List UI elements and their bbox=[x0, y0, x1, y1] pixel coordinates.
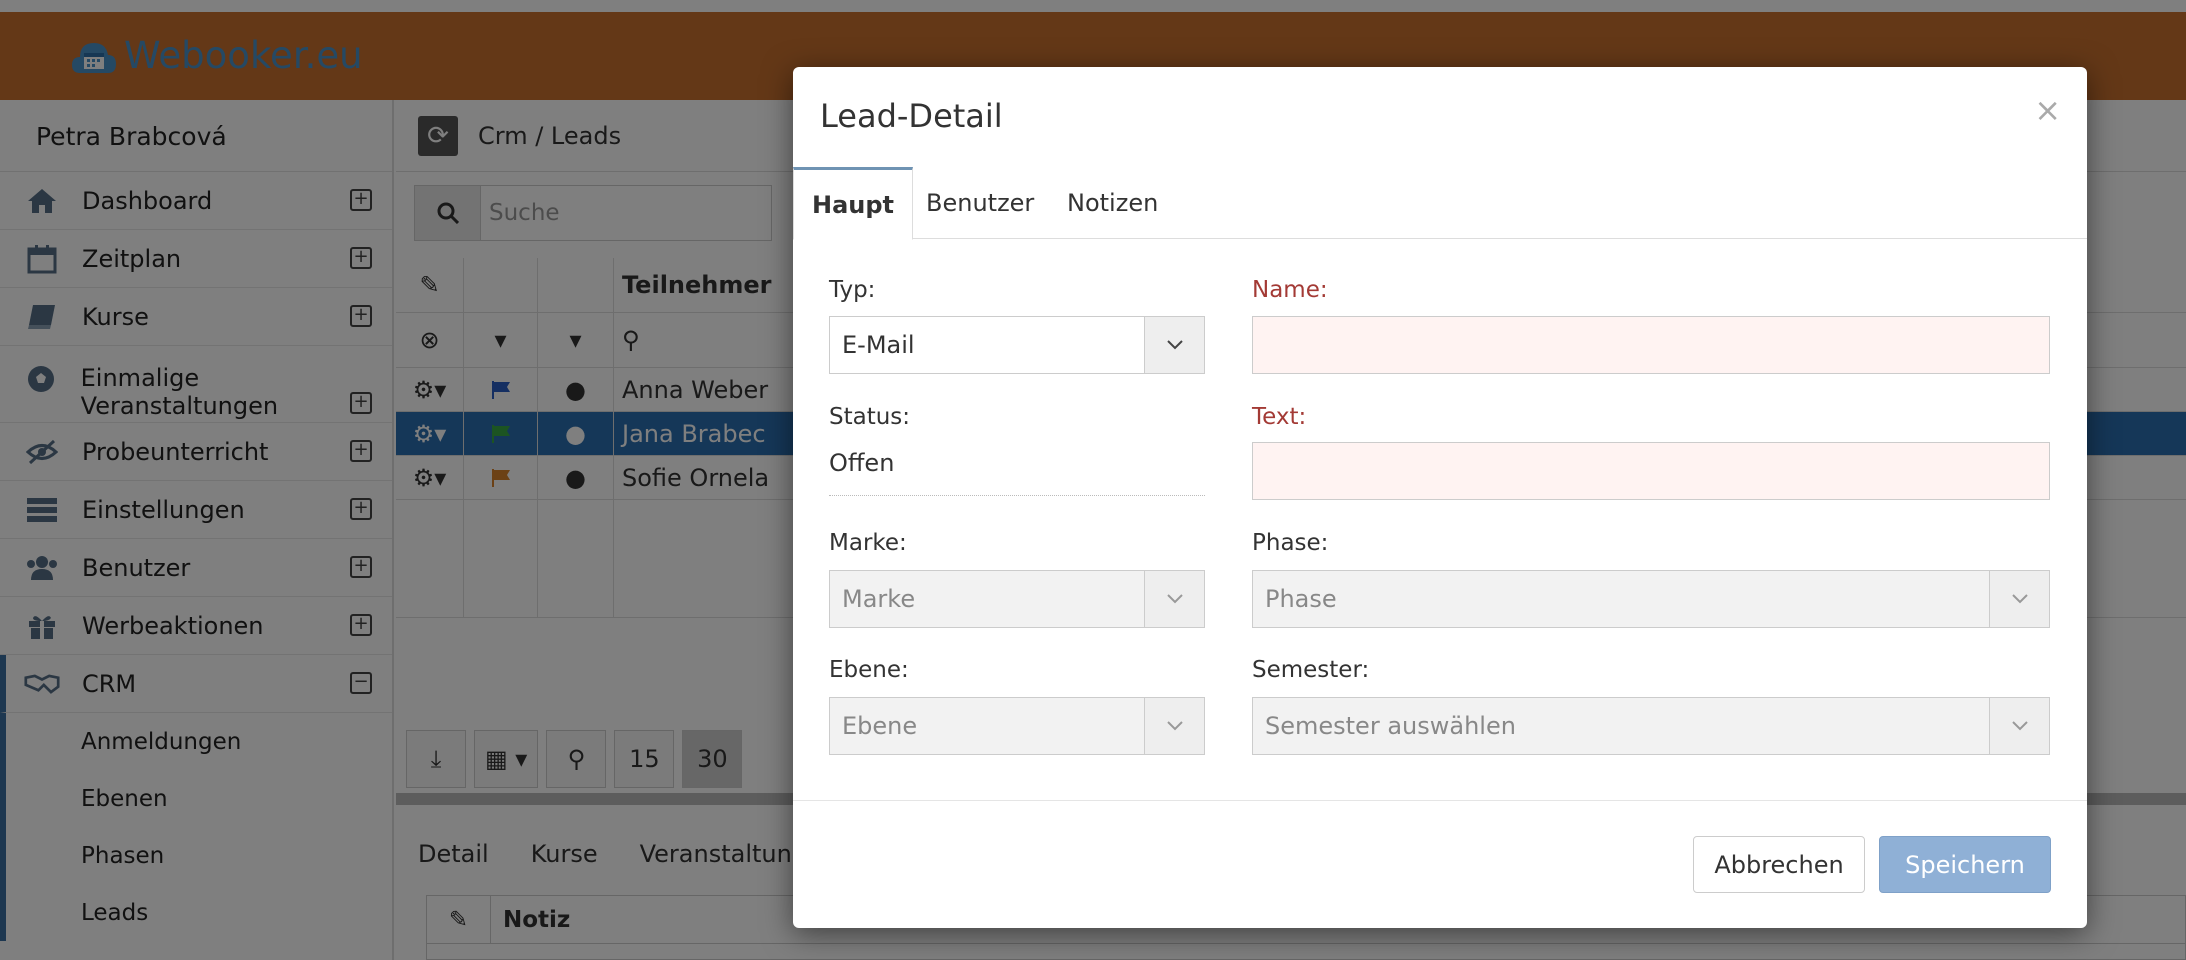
typ-select[interactable]: E-Mail bbox=[829, 316, 1205, 374]
semester-label: Semester: bbox=[1252, 657, 1370, 683]
chevron-down-icon[interactable] bbox=[1989, 571, 2049, 627]
semester-select[interactable]: Semester auswählen bbox=[1252, 697, 2050, 755]
text-field[interactable] bbox=[1252, 442, 2050, 500]
chevron-down-icon[interactable] bbox=[1989, 698, 2049, 754]
phase-select[interactable]: Phase bbox=[1252, 570, 2050, 628]
marke-select[interactable]: Marke bbox=[829, 570, 1205, 628]
tab-haupt[interactable]: Haupt bbox=[793, 167, 914, 240]
ebene-select[interactable]: Ebene bbox=[829, 697, 1205, 755]
ebene-placeholder: Ebene bbox=[842, 712, 918, 740]
chevron-down-icon[interactable] bbox=[1144, 317, 1204, 373]
typ-label: Typ: bbox=[829, 277, 876, 303]
tab-notizen[interactable]: Notizen bbox=[1067, 167, 1158, 239]
cancel-button[interactable]: Abbrechen bbox=[1693, 836, 1865, 893]
ebene-label: Ebene: bbox=[829, 657, 909, 683]
typ-value: E-Mail bbox=[842, 331, 915, 359]
phase-label: Phase: bbox=[1252, 530, 1329, 556]
save-button[interactable]: Speichern bbox=[1879, 836, 2051, 893]
close-icon[interactable]: × bbox=[2034, 91, 2061, 129]
status-label: Status: bbox=[829, 404, 911, 430]
name-label: Name: bbox=[1252, 277, 1328, 303]
marke-label: Marke: bbox=[829, 530, 907, 556]
chevron-down-icon[interactable] bbox=[1144, 698, 1204, 754]
modal-title: Lead-Detail bbox=[820, 97, 1003, 135]
lead-detail-modal: Lead-Detail × Haupt Benutzer Notizen Typ… bbox=[793, 67, 2087, 928]
modal-tabs: Haupt Benutzer Notizen bbox=[793, 167, 2087, 240]
text-label: Text: bbox=[1252, 404, 1307, 430]
phase-placeholder: Phase bbox=[1265, 585, 1337, 613]
modal-footer-divider bbox=[793, 800, 2087, 801]
status-value: Offen bbox=[829, 449, 1205, 496]
tab-benutzer[interactable]: Benutzer bbox=[926, 167, 1034, 239]
name-field[interactable] bbox=[1252, 316, 2050, 374]
marke-placeholder: Marke bbox=[842, 585, 916, 613]
chevron-down-icon[interactable] bbox=[1144, 571, 1204, 627]
semester-placeholder: Semester auswählen bbox=[1265, 712, 1516, 740]
